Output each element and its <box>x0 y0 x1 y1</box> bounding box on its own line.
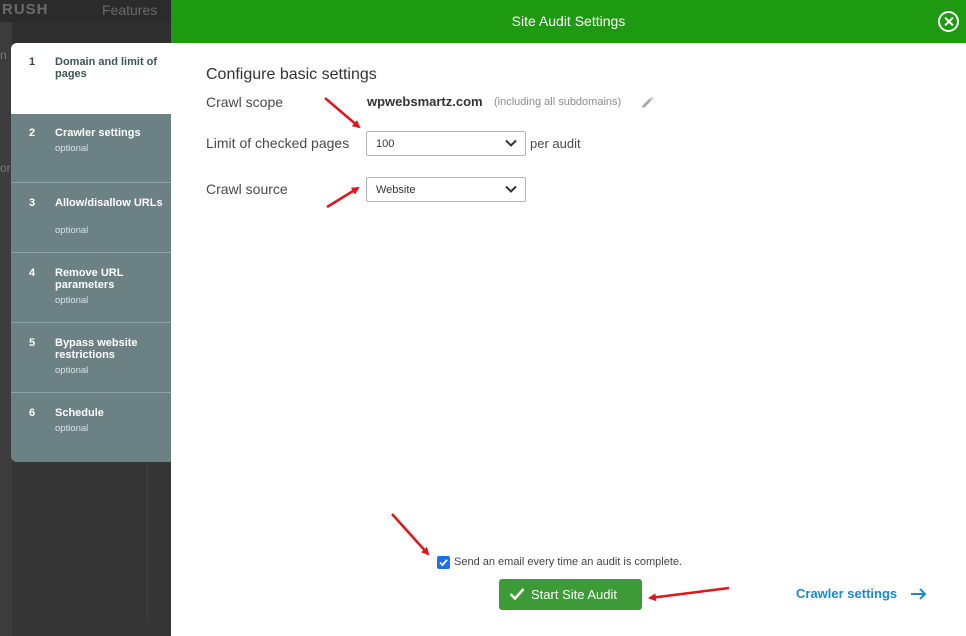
step-number: 5 <box>29 337 36 349</box>
step-domain-and-limit[interactable]: 1 Domain and limit of pages <box>11 43 173 114</box>
crawl-scope-note: (including all subdomains) <box>494 96 622 108</box>
step-title: Crawler settings <box>55 127 141 139</box>
limit-pages-label: Limit of checked pages <box>206 135 350 151</box>
checkmark-icon <box>509 588 525 601</box>
step-optional-label: optional <box>55 143 89 154</box>
modal-header: Site Audit Settings <box>171 0 966 43</box>
background-left-text: or <box>0 161 11 175</box>
chevron-down-icon <box>505 139 517 147</box>
step-schedule[interactable]: 6 Schedule optional <box>11 394 173 462</box>
modal-title: Site Audit Settings <box>511 13 626 29</box>
crawl-source-select[interactable]: Website <box>366 177 526 202</box>
step-optional-label: optional <box>55 365 89 376</box>
step-title: Schedule <box>55 407 104 419</box>
section-title: Configure basic settings <box>206 66 377 83</box>
site-audit-settings-modal: Site Audit Settings Configure basic sett… <box>171 0 966 636</box>
step-number: 6 <box>29 407 36 419</box>
step-title: Bypass website restrictions <box>55 337 138 361</box>
close-icon[interactable] <box>938 11 959 32</box>
checkmark-icon <box>439 559 448 567</box>
limit-pages-select[interactable]: 100 <box>366 131 526 156</box>
step-title: Allow/disallow URLs <box>55 197 163 209</box>
crawl-source-label: Crawl source <box>206 181 288 197</box>
crawl-source-value: Website <box>376 184 416 196</box>
email-notification-label: Send an email every time an audit is com… <box>454 556 683 568</box>
step-title: Remove URL parameters <box>55 267 124 291</box>
crawl-scope-domain: wpwebsmartz.com <box>367 94 483 109</box>
step-optional-label: optional <box>55 423 89 434</box>
step-number: 4 <box>29 267 36 279</box>
background-divider <box>147 462 148 622</box>
pencil-icon[interactable] <box>640 96 654 110</box>
step-crawler-settings[interactable]: 2 Crawler settings optional <box>11 114 173 183</box>
step-number: 3 <box>29 197 36 209</box>
background-left-text: n <box>0 48 7 62</box>
background-panel <box>12 462 172 636</box>
step-remove-url-parameters[interactable]: 4 Remove URL parameters optional <box>11 254 173 323</box>
chevron-down-icon <box>505 185 517 193</box>
start-site-audit-button[interactable]: Start Site Audit <box>499 579 642 610</box>
per-audit-label: per audit <box>530 136 581 151</box>
start-site-audit-label: Start Site Audit <box>531 587 617 602</box>
step-bypass-website-restrictions[interactable]: 5 Bypass website restrictions optional <box>11 324 173 393</box>
crawl-scope-label: Crawl scope <box>206 94 284 110</box>
limit-pages-value: 100 <box>376 138 395 150</box>
email-notification-checkbox[interactable] <box>437 556 450 569</box>
background-nav-features: Features <box>102 2 158 18</box>
step-number: 1 <box>29 56 36 68</box>
step-number: 2 <box>29 127 36 139</box>
step-optional-label: optional <box>55 295 89 306</box>
settings-steps-sidebar: 1 Domain and limit of pages 2 Crawler se… <box>11 43 173 462</box>
step-allow-disallow-urls[interactable]: 3 Allow/disallow URLs optional <box>11 184 173 253</box>
step-title: Domain and limit of pages <box>55 56 158 80</box>
step-optional-label: optional <box>55 225 89 236</box>
arrow-right-icon[interactable] <box>910 587 928 601</box>
background-logo: RUSH <box>2 1 49 18</box>
crawler-settings-link[interactable]: Crawler settings <box>796 586 897 601</box>
